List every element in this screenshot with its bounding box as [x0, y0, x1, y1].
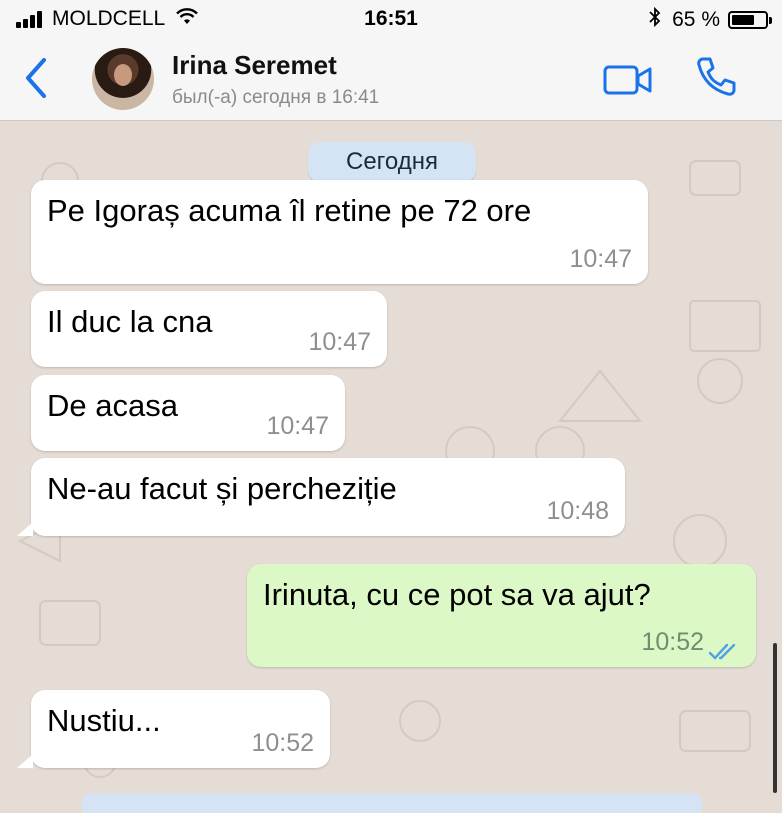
bluetooth-icon: [648, 6, 662, 33]
wifi-icon: [175, 7, 199, 31]
message-text: Pe Igoraș acuma îl retine pe 72 ore: [47, 193, 532, 228]
bubble-tail: [17, 522, 33, 536]
chat-area[interactable]: Сегодня Pe Igoraș acuma îl retine pe 72 …: [0, 121, 782, 813]
read-receipt-icon: [708, 634, 742, 660]
status-bar: MOLDCELL 16:51 65 %: [0, 0, 782, 38]
next-date-separator-partial: [82, 793, 702, 813]
last-seen-status: был(-а) сегодня в 16:41: [172, 87, 380, 108]
message-text: De acasa: [47, 388, 178, 423]
message-incoming[interactable]: Ne-au facut și percheziție 10:48: [31, 458, 625, 536]
status-right: 65 %: [648, 6, 772, 33]
battery-percent: 65 %: [672, 8, 720, 31]
chat-header: Irina Seremet был(-а) сегодня в 16:41: [0, 38, 782, 121]
message-text: Ne-au facut și percheziție: [47, 471, 397, 506]
message-time: 10:47: [308, 328, 371, 356]
avatar[interactable]: [92, 48, 154, 110]
message-time: 10:47: [266, 412, 329, 440]
video-call-icon[interactable]: [603, 63, 653, 97]
message-incoming[interactable]: Nustiu... 10:52: [31, 690, 330, 768]
battery-icon: [728, 11, 772, 29]
carrier-info: MOLDCELL: [16, 7, 199, 31]
message-time: 10:52: [641, 628, 704, 656]
message-text: Il duc la cna: [47, 304, 213, 339]
message-incoming[interactable]: Pe Igoraș acuma îl retine pe 72 ore 10:4…: [31, 180, 648, 284]
message-text: Nustiu...: [47, 703, 161, 738]
bubble-tail: [17, 754, 33, 768]
back-chevron-icon[interactable]: [20, 56, 54, 100]
message-time: 10:47: [569, 245, 632, 273]
signal-strength-icon: [16, 10, 44, 28]
scrollbar[interactable]: [773, 643, 777, 793]
message-incoming[interactable]: Il duc la cna 10:47: [31, 291, 387, 367]
message-outgoing[interactable]: Irinuta, cu ce pot sa va ajut? 10:52: [247, 564, 756, 667]
carrier-name: MOLDCELL: [52, 7, 166, 30]
phone-call-icon[interactable]: [694, 54, 738, 98]
message-incoming[interactable]: De acasa 10:47: [31, 375, 345, 451]
message-time: 10:48: [546, 497, 609, 525]
contact-name[interactable]: Irina Seremet: [172, 50, 337, 81]
message-text: Irinuta, cu ce pot sa va ajut?: [263, 577, 651, 612]
message-time: 10:52: [251, 729, 314, 757]
date-separator: Сегодня: [308, 142, 476, 182]
